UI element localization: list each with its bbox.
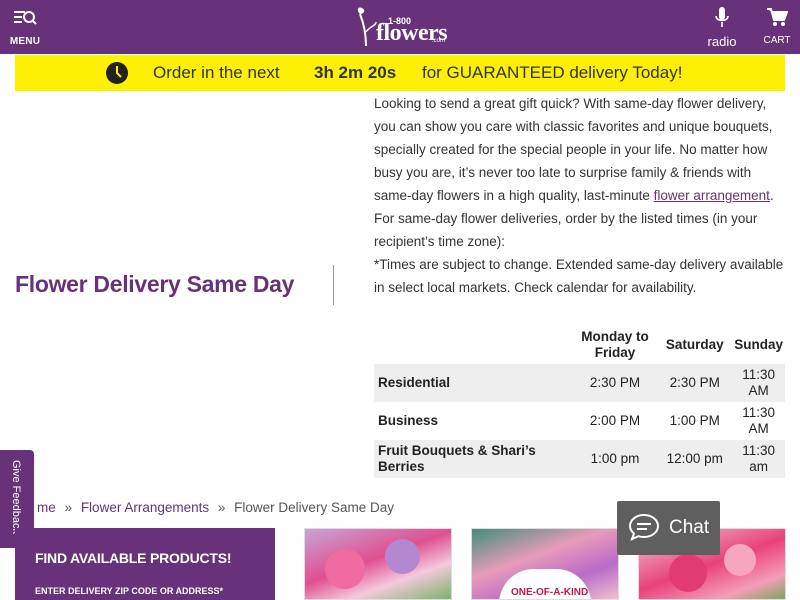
clock-icon: [106, 62, 128, 84]
logo-suffix-text: .com: [432, 38, 446, 44]
cell-sunday: 11:30 am: [732, 440, 785, 478]
breadcrumb-home[interactable]: me: [37, 500, 56, 515]
cart-button[interactable]: CART: [757, 7, 797, 46]
menu-label: MENU: [9, 36, 41, 47]
cell-mon-fri: 1:00 pm: [572, 440, 658, 478]
promo-text-after: for GUARANTEED delivery Today!: [422, 63, 683, 82]
product-card[interactable]: ONE-OF-A-KIND: [471, 528, 619, 600]
page-title: Flower Delivery Same Day: [15, 271, 295, 297]
menu-search-icon: [14, 11, 37, 25]
chat-button[interactable]: Chat: [617, 501, 720, 555]
promo-countdown: 3h 2m 20s: [314, 63, 397, 82]
microphone-icon: [715, 7, 729, 27]
breadcrumb-flower-arrangements[interactable]: Flower Arrangements: [81, 500, 209, 515]
badge-label: ONE-OF-A-KIND: [511, 587, 589, 598]
site-logo[interactable]: 1-800 flowers .com: [354, 6, 448, 48]
table-header-saturday: Saturday: [665, 337, 724, 352]
table-header-empty: [374, 326, 573, 364]
radio-button[interactable]: radio: [700, 6, 744, 49]
row-label: Business: [378, 413, 439, 428]
description-block: Looking to send a great gift quick? With…: [374, 92, 784, 299]
promo-text-before: Order in the next: [153, 63, 280, 82]
table-row: Business 2:00 PM 1:00 PM 11:30 AM: [374, 402, 785, 440]
menu-button[interactable]: MENU: [8, 8, 42, 47]
zip-finder-heading: FIND AVAILABLE PRODUCTS!: [35, 550, 232, 566]
table-row: Residential 2:30 PM 2:30 PM 11:30 AM: [374, 364, 785, 402]
delivery-times-table: Monday to Friday Saturday Sunday Residen…: [374, 326, 785, 478]
description-paragraph-2: For same-day flower deliveries, order by…: [374, 211, 758, 249]
table-header-row: Monday to Friday Saturday Sunday: [374, 326, 785, 364]
cell-saturday: 2:30 PM: [657, 364, 733, 402]
cell-sunday: 11:30 AM: [742, 405, 775, 436]
table-row: Fruit Bouquets & Shari’s Berries 1:00 pm…: [374, 440, 785, 478]
cart-icon: [767, 8, 789, 26]
flower-arrangement-link[interactable]: flower arrangement: [654, 188, 770, 203]
breadcrumb: me » Flower Arrangements » Flower Delive…: [37, 500, 394, 515]
title-divider: [333, 265, 334, 305]
one-of-a-kind-badge: ONE-OF-A-KIND: [499, 569, 591, 599]
table-header-mon-fri: Monday to Friday: [581, 329, 649, 360]
row-label: Residential: [374, 364, 573, 402]
cell-mon-fri: 2:00 PM: [589, 413, 641, 428]
description-p1-text: Looking to send a great gift quick? With…: [374, 96, 773, 203]
zip-field-label: ENTER DELIVERY ZIP CODE OR ADDRESS*: [35, 586, 224, 596]
flower-image: [325, 549, 365, 589]
row-label: Fruit Bouquets & Shari’s Berries: [374, 440, 573, 478]
cart-label: CART: [763, 35, 791, 46]
flower-image: [385, 539, 420, 574]
cell-mon-fri: 2:30 PM: [572, 364, 658, 402]
description-paragraph-3: *Times are subject to change. Extended s…: [374, 257, 784, 295]
breadcrumb-separator: »: [64, 500, 73, 515]
top-navigation-bar: MENU 1-800 flowers .com radio CART: [0, 0, 800, 54]
cell-saturday: 1:00 PM: [669, 413, 720, 428]
breadcrumb-current: Flower Delivery Same Day: [234, 500, 394, 515]
delivery-countdown-banner: Order in the next 3h 2m 20s for GUARANTE…: [15, 55, 785, 91]
cell-saturday: 12:00 pm: [657, 440, 733, 478]
chat-label: Chat: [669, 517, 710, 538]
description-paragraph-1: Looking to send a great gift quick? With…: [374, 92, 784, 207]
zip-finder-panel: FIND AVAILABLE PRODUCTS! ENTER DELIVERY …: [15, 528, 275, 600]
flower-image: [724, 544, 756, 576]
cell-sunday: 11:30 AM: [732, 364, 785, 402]
table-header-sunday: Sunday: [734, 337, 783, 352]
description-p1-end: .: [769, 188, 774, 203]
chat-bubble-icon: [628, 513, 660, 541]
radio-label: radio: [707, 34, 737, 49]
product-card[interactable]: [304, 528, 452, 600]
feedback-label: Give Feedback: [10, 460, 22, 534]
breadcrumb-separator: »: [217, 500, 226, 515]
flower-image: [669, 554, 707, 592]
